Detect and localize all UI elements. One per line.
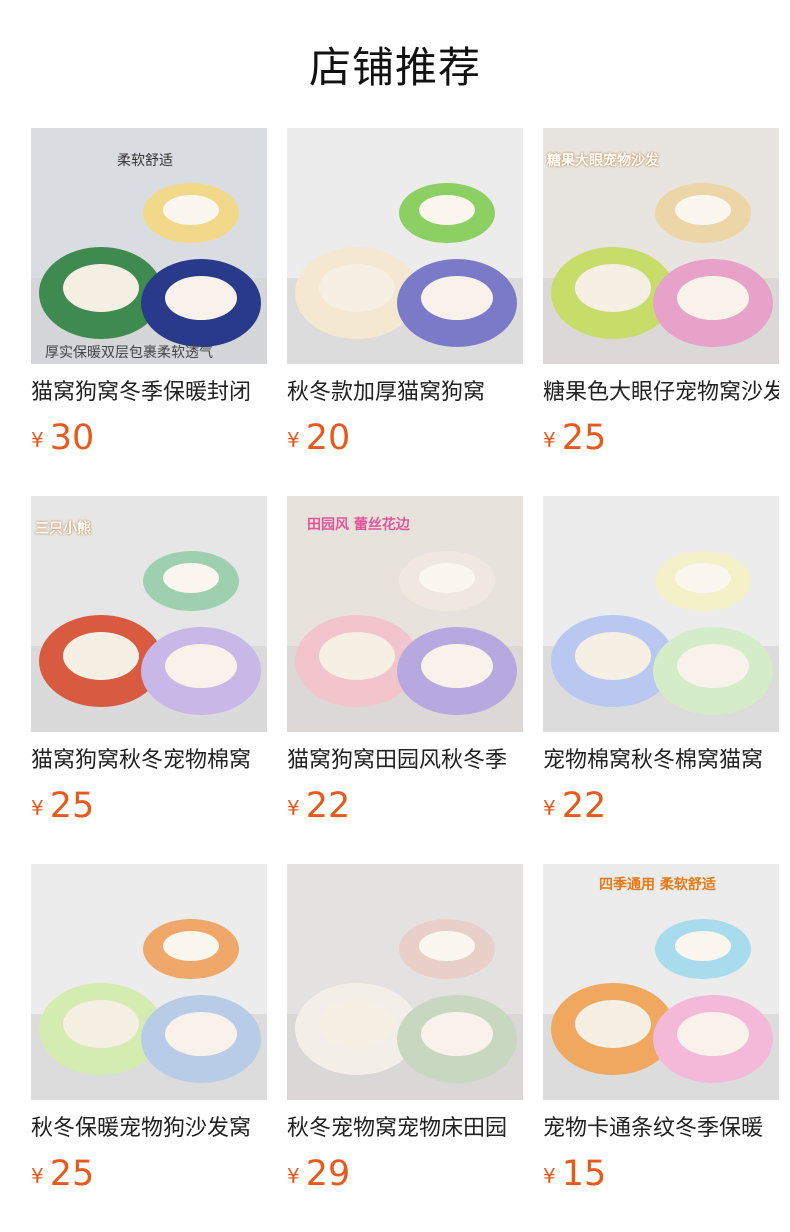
product-price: ¥20	[287, 418, 350, 458]
currency-symbol: ¥	[543, 428, 556, 452]
image-overlay-text: 三只小熊	[35, 521, 91, 537]
product-title[interactable]: 猫窝狗窝田园风秋冬季	[287, 746, 523, 776]
product-image[interactable]	[543, 496, 779, 732]
product-title[interactable]: 秋冬款加厚猫窝狗窝	[287, 378, 523, 408]
product-image[interactable]	[287, 128, 523, 364]
image-overlay-text: 田园风 蕾丝花边	[307, 517, 410, 533]
price-amount: 25	[49, 1154, 95, 1194]
price-amount: 22	[561, 786, 607, 826]
currency-symbol: ¥	[287, 1164, 300, 1188]
currency-symbol: ¥	[31, 796, 44, 820]
price-amount: 25	[561, 418, 607, 458]
product-price: ¥29	[287, 1154, 350, 1194]
price-amount: 25	[49, 786, 95, 826]
currency-symbol: ¥	[287, 428, 300, 452]
image-overlay-text: 柔软舒适	[117, 153, 173, 169]
price-amount: 29	[305, 1154, 351, 1194]
currency-symbol: ¥	[31, 428, 44, 452]
currency-symbol: ¥	[31, 1164, 44, 1188]
product-image[interactable]	[287, 864, 523, 1100]
product-title[interactable]: 猫窝狗窝秋冬宠物棉窝	[31, 746, 267, 776]
page-title: 店铺推荐	[308, 43, 481, 92]
price-amount: 15	[561, 1154, 607, 1194]
product-title[interactable]: 猫窝狗窝冬季保暖封闭	[31, 378, 267, 408]
product-title[interactable]: 秋冬宠物窝宠物床田园	[287, 1114, 523, 1144]
product-image[interactable]	[31, 864, 267, 1100]
image-caption-text: 厚实保暖双层包裹柔软透气	[45, 345, 213, 361]
product-price: ¥25	[31, 786, 94, 826]
price-amount: 20	[305, 418, 351, 458]
product-price: ¥30	[31, 418, 94, 458]
product-title[interactable]: 糖果色大眼仔宠物窝沙发	[543, 378, 779, 408]
product-title[interactable]: 宠物卡通条纹冬季保暖	[543, 1114, 779, 1144]
currency-symbol: ¥	[287, 796, 300, 820]
product-price: ¥25	[543, 418, 606, 458]
currency-symbol: ¥	[543, 796, 556, 820]
product-title[interactable]: 宠物棉窝秋冬棉窝猫窝	[543, 746, 779, 776]
image-overlay-text: 糖果大眼宠物沙发	[547, 153, 659, 169]
product-price: ¥22	[287, 786, 350, 826]
product-title[interactable]: 秋冬保暖宠物狗沙发窝	[31, 1114, 267, 1144]
product-price: ¥25	[31, 1154, 94, 1194]
product-price: ¥22	[543, 786, 606, 826]
price-amount: 22	[305, 786, 351, 826]
image-overlay-text: 四季通用 柔软舒适	[599, 877, 716, 893]
currency-symbol: ¥	[543, 1164, 556, 1188]
product-price: ¥15	[543, 1154, 606, 1194]
price-amount: 30	[49, 418, 95, 458]
product-image[interactable]	[543, 864, 779, 1100]
